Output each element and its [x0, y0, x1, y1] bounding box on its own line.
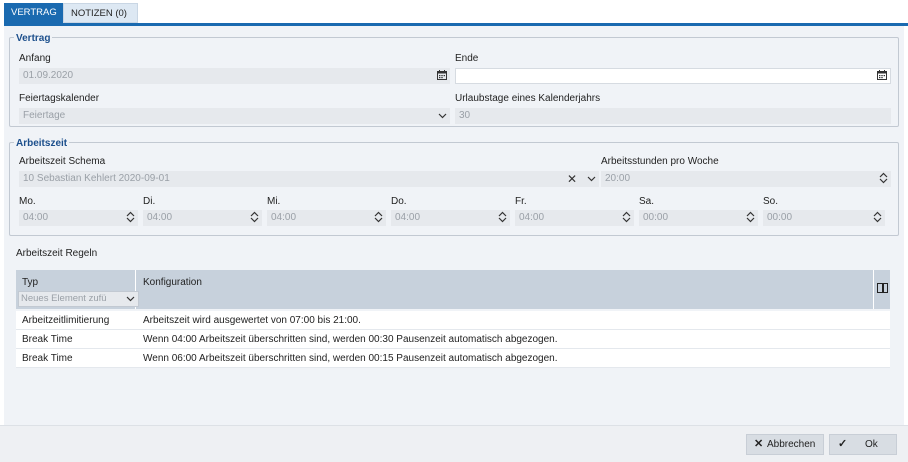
cancel-button-label: Abbrechen	[767, 439, 816, 450]
dialog-footer: ✕ Abbrechen ✓ Ok	[0, 425, 908, 462]
schema-select[interactable]: 10 Sebastian Kehlert 2020-09-01 ✕	[19, 171, 599, 187]
table-row[interactable]: Arbeitzeitlimitierung Arbeitszeit wird a…	[16, 311, 890, 330]
spinner-icon[interactable]	[746, 210, 755, 226]
ok-button-label: Ok	[865, 439, 878, 450]
calendar-icon[interactable]	[437, 68, 447, 84]
day-value-so: 00:00	[767, 212, 793, 223]
day-label-di: Di.	[143, 196, 156, 207]
vertrag-legend: Vertrag	[14, 33, 53, 44]
table-row[interactable]: Break Time Wenn 04:00 Arbeitszeit übersc…	[16, 330, 890, 349]
ende-label: Ende	[455, 53, 479, 64]
arbeitszeit-group: Arbeitszeit Arbeitszeit Schema 10 Sebast…	[9, 138, 899, 236]
day-field-fr[interactable]: 04:00	[515, 210, 634, 226]
day-field-sa[interactable]: 00:00	[639, 210, 758, 226]
row-typ: Break Time	[22, 353, 73, 364]
feiertag-label: Feiertagskalender	[19, 93, 100, 104]
schema-label: Arbeitszeit Schema	[19, 156, 106, 167]
day-value-mi: 04:00	[271, 212, 297, 223]
day-value-do: 04:00	[395, 212, 421, 223]
feiertag-value: Feiertage	[23, 110, 66, 121]
add-element-placeholder: Neues Element zufü	[21, 293, 107, 304]
day-value-fr: 04:00	[519, 212, 545, 223]
day-field-do[interactable]: 04:00	[391, 210, 510, 226]
add-element-select[interactable]: Neues Element zufü	[18, 291, 139, 307]
stunden-field[interactable]: 20:00	[601, 171, 891, 187]
day-label-mo: Mo.	[19, 196, 36, 207]
chevron-down-icon[interactable]	[126, 292, 135, 306]
spinner-icon[interactable]	[126, 210, 135, 226]
vertrag-group: Vertrag Anfang 01.09.2020 Ende Feiertags…	[9, 33, 899, 127]
day-label-mi: Mi.	[267, 196, 281, 207]
day-field-di[interactable]: 04:00	[143, 210, 262, 226]
column-header-konfiguration[interactable]: Konfiguration	[143, 277, 202, 288]
anfang-field[interactable]: 01.09.2020	[19, 68, 450, 84]
day-field-mi[interactable]: 04:00	[267, 210, 386, 226]
calendar-icon[interactable]	[877, 69, 887, 83]
table-row[interactable]: Break Time Wenn 06:00 Arbeitszeit übersc…	[16, 349, 890, 368]
stunden-label: Arbeitsstunden pro Woche	[601, 156, 719, 167]
urlaub-field[interactable]: 30	[455, 108, 891, 124]
day-value-sa: 00:00	[643, 212, 669, 223]
ok-button[interactable]: ✓ Ok	[829, 434, 897, 455]
day-value-mo: 04:00	[23, 212, 49, 223]
feiertag-select[interactable]: Feiertage	[19, 108, 450, 124]
clear-icon[interactable]: ✕	[567, 171, 577, 187]
day-field-mo[interactable]: 04:00	[19, 210, 138, 226]
spinner-icon[interactable]	[498, 210, 507, 226]
tab-vertrag[interactable]: VERTRAG	[4, 3, 63, 23]
column-chooser-button[interactable]	[873, 270, 890, 309]
day-label-sa: Sa.	[639, 196, 655, 207]
arbeitszeit-legend: Arbeitszeit	[14, 138, 70, 149]
day-value-di: 04:00	[147, 212, 173, 223]
day-label-fr: Fr.	[515, 196, 527, 207]
row-typ: Break Time	[22, 334, 73, 345]
cancel-button[interactable]: ✕ Abbrechen	[746, 434, 824, 455]
row-konfiguration: Wenn 06:00 Arbeitszeit überschritten sin…	[143, 353, 558, 364]
anfang-value: 01.09.2020	[23, 70, 74, 81]
spinner-icon[interactable]	[250, 210, 259, 226]
content-panel: Vertrag Anfang 01.09.2020 Ende Feiertags…	[4, 26, 904, 425]
column-header-typ-label: Typ	[22, 277, 39, 288]
chevron-down-icon[interactable]	[587, 171, 596, 187]
columns-icon	[877, 283, 888, 293]
check-icon: ✓	[838, 438, 848, 450]
stunden-value: 20:00	[605, 173, 631, 184]
day-field-so[interactable]: 00:00	[763, 210, 885, 226]
close-icon: ✕	[754, 438, 764, 450]
spinner-icon[interactable]	[879, 171, 888, 187]
spinner-icon[interactable]	[873, 210, 882, 226]
anfang-label: Anfang	[19, 53, 51, 64]
row-konfiguration: Wenn 04:00 Arbeitszeit überschritten sin…	[143, 334, 558, 345]
urlaub-label: Urlaubstage eines Kalenderjahrs	[455, 93, 601, 104]
regeln-grid-header: Typ Konfiguration Neues Element zufü	[16, 270, 890, 309]
spinner-icon[interactable]	[622, 210, 631, 226]
row-konfiguration: Arbeitszeit wird ausgewertet von 07:00 b…	[143, 315, 361, 326]
urlaub-value: 30	[459, 110, 471, 121]
tab-bar: VERTRAG NOTIZEN (0)	[0, 0, 908, 26]
day-label-so: So.	[763, 196, 779, 207]
row-typ: Arbeitzeitlimitierung	[22, 315, 110, 326]
schema-value: 10 Sebastian Kehlert 2020-09-01	[23, 173, 170, 184]
spinner-icon[interactable]	[374, 210, 383, 226]
regeln-title: Arbeitszeit Regeln	[16, 248, 98, 259]
chevron-down-icon[interactable]	[438, 108, 447, 124]
tab-notizen[interactable]: NOTIZEN (0)	[63, 3, 138, 23]
day-label-do: Do.	[391, 196, 407, 207]
ende-field[interactable]	[455, 68, 891, 84]
